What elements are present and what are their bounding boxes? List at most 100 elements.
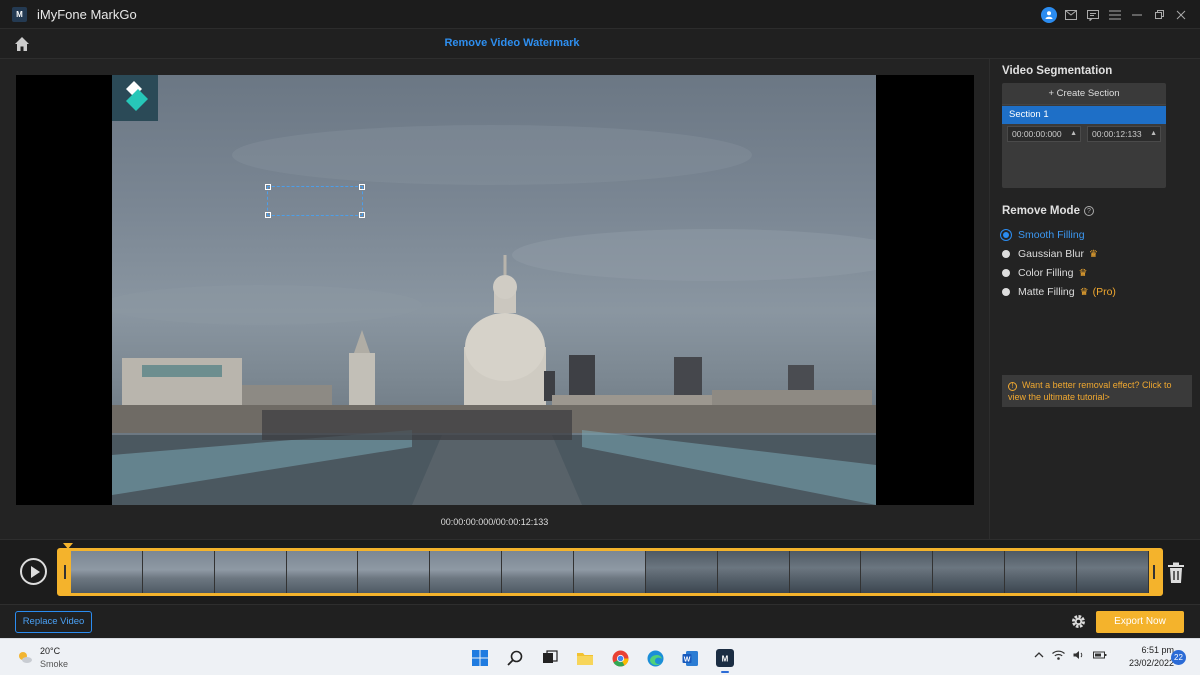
mode-matte-filling[interactable]: Matte Filling ♛ (Pro) bbox=[1002, 285, 1116, 299]
clock-time[interactable]: 6:51 pm bbox=[1130, 645, 1174, 655]
user-icon bbox=[1041, 7, 1057, 23]
crown-icon: ♛ bbox=[1079, 286, 1089, 298]
playhead-marker[interactable] bbox=[63, 543, 73, 549]
video-frame-image bbox=[112, 75, 876, 505]
volume-icon[interactable] bbox=[1073, 650, 1085, 663]
watermark-selection-box[interactable] bbox=[265, 184, 365, 218]
search-icon[interactable] bbox=[500, 645, 530, 671]
end-time-value: 00:00:12:133 bbox=[1092, 129, 1142, 139]
weather-description: Smoke bbox=[40, 659, 69, 669]
help-icon[interactable]: ? bbox=[1083, 205, 1094, 216]
timeline bbox=[0, 539, 1200, 605]
trim-handle-right[interactable] bbox=[1149, 551, 1160, 593]
frame-thumbnail bbox=[71, 551, 143, 593]
os-taskbar: 20°C Smoke W M 6:51 pm 23/02/2022 22 bbox=[0, 638, 1200, 675]
tip-text: Want a better removal effect? Click to v… bbox=[1008, 380, 1172, 402]
frame-thumbnail bbox=[502, 551, 575, 593]
app-logo-icon: M bbox=[12, 7, 27, 22]
replace-video-button[interactable]: Replace Video bbox=[15, 611, 92, 633]
mail-icon[interactable] bbox=[1060, 5, 1082, 25]
remove-mode-heading: Remove Mode bbox=[1002, 205, 1080, 217]
user-button[interactable] bbox=[1038, 5, 1060, 25]
create-section-button[interactable]: + Create Section bbox=[1002, 83, 1166, 105]
resize-handle-tl[interactable] bbox=[265, 184, 271, 190]
taskbar-apps: W M bbox=[465, 645, 740, 673]
app-window: M iMyFone MarkGo Remove Video Watermark … bbox=[0, 0, 1200, 675]
window-controls bbox=[1038, 5, 1192, 25]
frame-thumbnail bbox=[574, 551, 646, 593]
frame-thumbnail bbox=[286, 551, 359, 593]
section-item[interactable]: Section 1 bbox=[1002, 106, 1166, 124]
play-icon[interactable] bbox=[20, 558, 47, 585]
remove-mode-heading-row: Remove Mode? bbox=[1002, 205, 1094, 217]
svg-text:M: M bbox=[722, 655, 729, 664]
mode-label: Smooth Filling bbox=[1018, 229, 1085, 241]
radio-icon[interactable] bbox=[1002, 288, 1010, 296]
frame-thumbnail bbox=[358, 551, 431, 593]
resize-handle-br[interactable] bbox=[359, 212, 365, 218]
timeline-track[interactable] bbox=[57, 548, 1163, 596]
end-time-spinner-icon[interactable]: ▲ bbox=[1150, 127, 1157, 141]
export-now-button[interactable]: Export Now bbox=[1096, 611, 1184, 633]
start-time-spinner-icon[interactable]: ▲ bbox=[1070, 127, 1077, 141]
resize-handle-bl[interactable] bbox=[265, 212, 271, 218]
trim-handle-left[interactable] bbox=[60, 551, 71, 593]
app-title: iMyFone MarkGo bbox=[37, 7, 137, 22]
segmentation-box: + Create Section Section 1 00:00:00:000 … bbox=[1002, 83, 1166, 188]
video-player[interactable] bbox=[16, 75, 974, 505]
frame-thumbnail bbox=[1077, 551, 1149, 593]
radio-icon[interactable] bbox=[1002, 250, 1010, 258]
frame-thumbnail bbox=[142, 551, 215, 593]
resize-handle-tr[interactable] bbox=[359, 184, 365, 190]
mode-label: Matte Filling bbox=[1018, 286, 1075, 298]
tutorial-tip-link[interactable]: ! Want a better removal effect? Click to … bbox=[1002, 375, 1192, 407]
feedback-icon[interactable] bbox=[1082, 5, 1104, 25]
maximize-icon[interactable] bbox=[1148, 5, 1170, 25]
frame-thumbnail bbox=[861, 551, 934, 593]
radio-icon[interactable] bbox=[1002, 269, 1010, 277]
menu-icon[interactable] bbox=[1104, 5, 1126, 25]
start-time-field[interactable]: 00:00:00:000 ▲ bbox=[1007, 126, 1081, 142]
clock-date[interactable]: 23/02/2022 bbox=[1116, 658, 1174, 668]
battery-icon[interactable] bbox=[1093, 650, 1107, 663]
gear-icon[interactable] bbox=[1070, 613, 1087, 630]
file-explorer-icon[interactable] bbox=[570, 645, 600, 671]
action-bar: Replace Video Export Now bbox=[0, 605, 1200, 638]
close-icon[interactable] bbox=[1170, 5, 1192, 25]
page-title: Remove Video Watermark bbox=[444, 37, 580, 49]
mode-label: Color Filling bbox=[1018, 267, 1074, 279]
chevron-up-icon[interactable] bbox=[1034, 650, 1044, 663]
frame-thumbnail bbox=[645, 551, 718, 593]
start-time-value: 00:00:00:000 bbox=[1012, 129, 1062, 139]
playback-timecode: 00:00:00:000/00:00:12:133 bbox=[440, 517, 549, 527]
radio-selected-icon[interactable] bbox=[1003, 232, 1009, 238]
frame-thumbnail bbox=[933, 551, 1006, 593]
pro-badge: (Pro) bbox=[1092, 286, 1116, 298]
mode-label: Gaussian Blur bbox=[1018, 248, 1084, 260]
weather-icon[interactable] bbox=[17, 649, 33, 665]
chrome-icon[interactable] bbox=[605, 645, 635, 671]
frame-thumbnail bbox=[214, 551, 287, 593]
task-view-icon[interactable] bbox=[535, 645, 565, 671]
minimize-icon[interactable] bbox=[1126, 5, 1148, 25]
mode-gaussian-blur[interactable]: Gaussian Blur ♛ bbox=[1002, 247, 1098, 261]
frame-thumbnail bbox=[789, 551, 862, 593]
thumbnail-strip bbox=[71, 551, 1149, 593]
notification-badge[interactable]: 22 bbox=[1171, 650, 1186, 665]
frame-thumbnail bbox=[1005, 551, 1078, 593]
settings-panel: Video Segmentation + Create Section Sect… bbox=[989, 59, 1200, 539]
mode-color-filling[interactable]: Color Filling ♛ bbox=[1002, 266, 1087, 280]
wifi-icon[interactable] bbox=[1052, 650, 1065, 663]
windows-start-icon[interactable] bbox=[465, 645, 495, 671]
crown-icon: ♛ bbox=[1078, 267, 1088, 279]
word-icon[interactable]: W bbox=[675, 645, 705, 671]
edge-icon[interactable] bbox=[640, 645, 670, 671]
markgo-taskbar-icon[interactable]: M bbox=[710, 645, 740, 673]
header-bar: Remove Video Watermark bbox=[0, 29, 1200, 59]
trash-icon[interactable] bbox=[1166, 562, 1186, 584]
svg-text:W: W bbox=[683, 656, 690, 663]
mode-smooth-filling[interactable]: Smooth Filling bbox=[1002, 228, 1085, 242]
title-bar: M iMyFone MarkGo bbox=[0, 0, 1200, 29]
watermark-logo-icon bbox=[112, 75, 158, 121]
end-time-field[interactable]: 00:00:12:133 ▲ bbox=[1087, 126, 1161, 142]
